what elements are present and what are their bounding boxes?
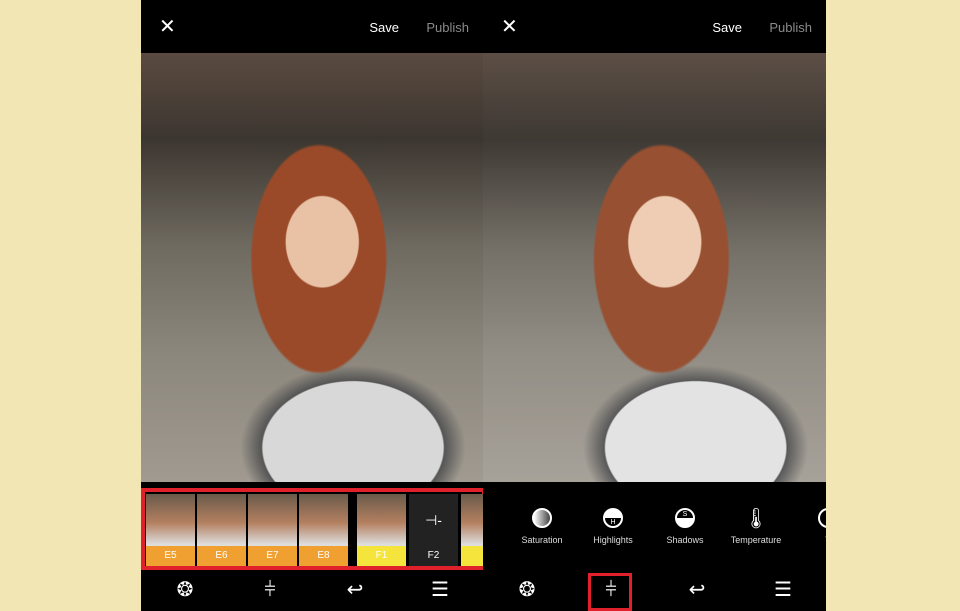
filter-e7[interactable]: E7 (248, 494, 297, 566)
filter-e5[interactable]: E5 (146, 494, 195, 566)
undo-icon[interactable]: ↩ (683, 576, 711, 604)
tool-highlights[interactable]: H Highlights (573, 505, 653, 545)
tool-shadows[interactable]: S Shadows (645, 505, 725, 545)
adjust-tools: Saturation H Highlights S Shadows 🌡︎ Tem… (483, 505, 826, 555)
left-editor-screen: ✕ Save Publish E5 E6 E7 E8 F1 ⊣- F2 ❂ ⫩ ↩… (141, 0, 483, 611)
close-icon[interactable]: ✕ (501, 14, 518, 39)
close-icon[interactable]: ✕ (159, 14, 176, 39)
list-icon[interactable]: ☰ (769, 576, 797, 604)
list-icon[interactable]: ☰ (426, 576, 454, 604)
presets-wheel-icon[interactable]: ❂ (171, 576, 199, 604)
presets-wheel-icon[interactable]: ❂ (513, 576, 541, 604)
adjust-sliders-icon[interactable]: ⫩ (256, 576, 284, 604)
saturation-icon (532, 508, 552, 528)
filter-strip[interactable]: E5 E6 E7 E8 F1 ⊣- F2 (141, 488, 483, 570)
top-bar: ✕ Save Publish (141, 0, 483, 53)
publish-button[interactable]: Publish (769, 20, 812, 35)
tool-temperature[interactable]: 🌡︎ Temperature (716, 505, 796, 546)
thermometer-icon: 🌡︎ (743, 507, 769, 530)
filter-next[interactable] (461, 494, 483, 566)
undo-icon[interactable]: ↩ (341, 576, 369, 604)
filter-e6[interactable]: E6 (197, 494, 246, 566)
bottom-toolbar: ❂ ⫩ ↩ ☰ (141, 570, 483, 611)
right-editor-screen: ✕ Save Publish Saturation H Highlights S… (483, 0, 826, 611)
save-button[interactable]: Save (712, 20, 742, 35)
highlights-icon: H (603, 508, 623, 528)
save-button[interactable]: Save (369, 20, 399, 35)
highlight-box (588, 573, 632, 611)
tool-saturation[interactable]: Saturation (502, 505, 582, 545)
bottom-toolbar: ❂ ⫩ ↩ ☰ (483, 570, 826, 611)
slider-adjust-icon: ⊣- (425, 512, 442, 528)
top-bar: ✕ Save Publish (483, 0, 826, 53)
tool-next[interactable]: T (788, 505, 826, 545)
photo-preview (483, 53, 826, 482)
filter-e8[interactable]: E8 (299, 494, 348, 566)
tint-icon (818, 508, 826, 528)
publish-button[interactable]: Publish (426, 20, 469, 35)
filter-f2[interactable]: ⊣- F2 (409, 494, 458, 566)
photo-preview (141, 53, 483, 482)
filter-f1[interactable]: F1 (357, 494, 406, 566)
shadows-icon: S (675, 508, 695, 528)
